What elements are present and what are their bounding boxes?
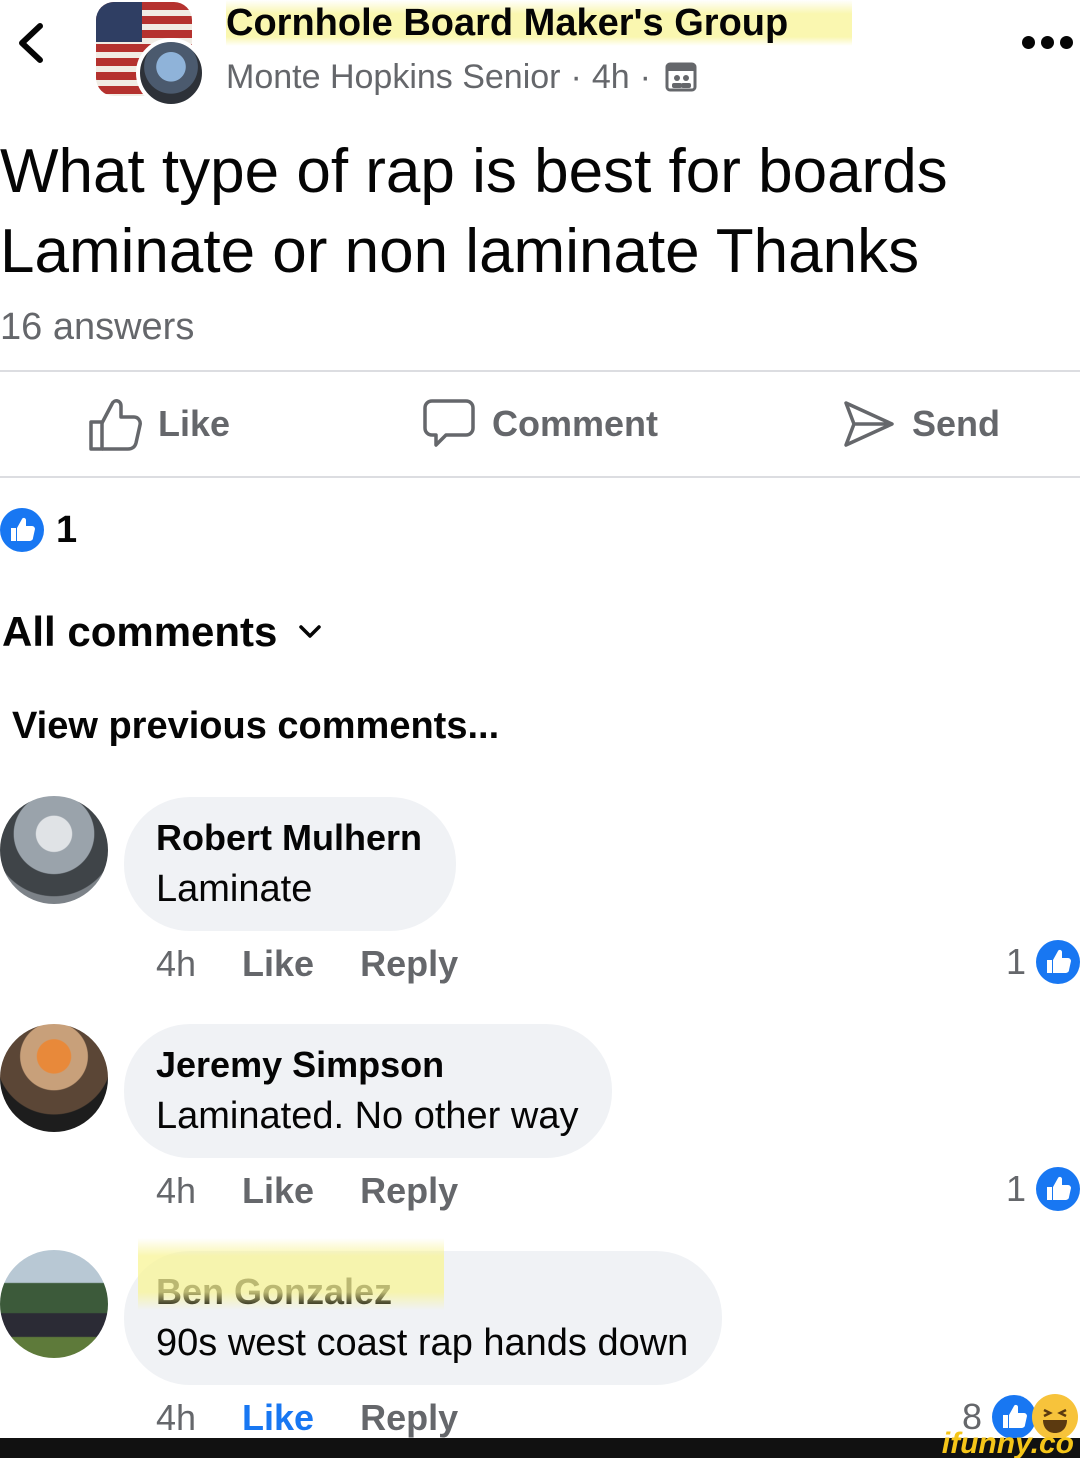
like-reaction-icon (0, 508, 44, 552)
like-button[interactable]: Like (88, 392, 230, 456)
post-text: What type of rap is best for boards Lami… (0, 137, 948, 286)
watermark-bar (0, 1438, 1080, 1458)
post-meta: Monte Hopkins Senior · 4h · (226, 56, 697, 98)
more-options-button[interactable] (1022, 28, 1074, 56)
like-icon (89, 399, 142, 451)
comment-reactions[interactable]: 1 (1006, 940, 1080, 984)
avatar[interactable] (0, 1250, 108, 1358)
avatar[interactable] (0, 796, 108, 904)
comment-time[interactable]: 4h (156, 942, 196, 986)
comment-text: Laminate (156, 868, 313, 910)
comment-reaction-count: 1 (1005, 941, 1026, 982)
comment-bubble: Robert Mulhern Laminate (124, 797, 456, 931)
comment-actions: 4h Like Reply (156, 942, 458, 986)
comment-reply-button[interactable]: Reply (360, 1169, 458, 1213)
post-time[interactable]: 4h (592, 56, 630, 98)
more-icon-dot (1041, 35, 1054, 49)
answers-count[interactable]: 16 answers (0, 304, 194, 350)
comment-text: 90s west coast rap hands down (156, 1322, 689, 1364)
comment-like-button[interactable]: Like (242, 942, 314, 986)
send-icon (844, 401, 894, 447)
comment-reaction-count: 1 (1005, 1168, 1026, 1209)
comment-text: Laminated. No other way (156, 1095, 579, 1137)
send-label: Send (912, 403, 1001, 444)
comment-label: Comment (492, 403, 659, 444)
comment-like-button[interactable]: Like (242, 1169, 314, 1213)
comment-filter-label: All comments (2, 608, 278, 655)
comment-bubble: Jeremy Simpson Laminated. No other way (124, 1024, 613, 1158)
more-icon-dot (1060, 35, 1073, 49)
more-icon (1022, 35, 1035, 49)
comment-button[interactable]: Comment (422, 392, 658, 456)
meta-separator: · (639, 58, 651, 96)
comment-time[interactable]: 4h (156, 1396, 196, 1440)
comment-actions: 4h Like Reply (156, 1169, 458, 1213)
back-button[interactable] (10, 18, 50, 68)
comment-reply-button[interactable]: Reply (360, 942, 458, 986)
divider (0, 476, 1080, 478)
like-label: Like (158, 403, 231, 444)
comment-filter-dropdown[interactable]: All comments (2, 606, 322, 658)
name-highlight (138, 1238, 444, 1310)
send-button[interactable]: Send (842, 392, 1000, 456)
comment-like-button[interactable]: Like (242, 1396, 314, 1440)
group-icon (665, 62, 697, 92)
meta-separator: · (570, 58, 582, 96)
view-previous-comments[interactable]: View previous comments... (12, 702, 499, 750)
comment-author[interactable]: Robert Mulhern (156, 815, 422, 861)
comment-author[interactable]: Jeremy Simpson (156, 1042, 578, 1088)
author-avatar[interactable] (136, 38, 206, 108)
post-reactions[interactable]: 1 (0, 508, 77, 552)
watermark: ifunny.co (941, 1427, 1074, 1458)
back-icon (19, 23, 43, 63)
avatar[interactable] (0, 1024, 108, 1132)
group-name[interactable]: Cornhole Board Maker's Group (226, 0, 853, 46)
reaction-count: 1 (56, 508, 78, 551)
like-reaction-icon (1036, 940, 1080, 984)
divider (0, 370, 1080, 372)
author-name[interactable]: Monte Hopkins Senior (226, 56, 561, 98)
comment-icon (423, 399, 475, 447)
chevron-down-icon (299, 625, 322, 638)
comment-time[interactable]: 4h (156, 1169, 196, 1213)
comment-actions: 4h Like Reply (156, 1396, 458, 1440)
comment-reactions[interactable]: 1 (1006, 1167, 1080, 1211)
like-reaction-icon (1036, 1167, 1080, 1211)
comment-reply-button[interactable]: Reply (360, 1396, 458, 1440)
